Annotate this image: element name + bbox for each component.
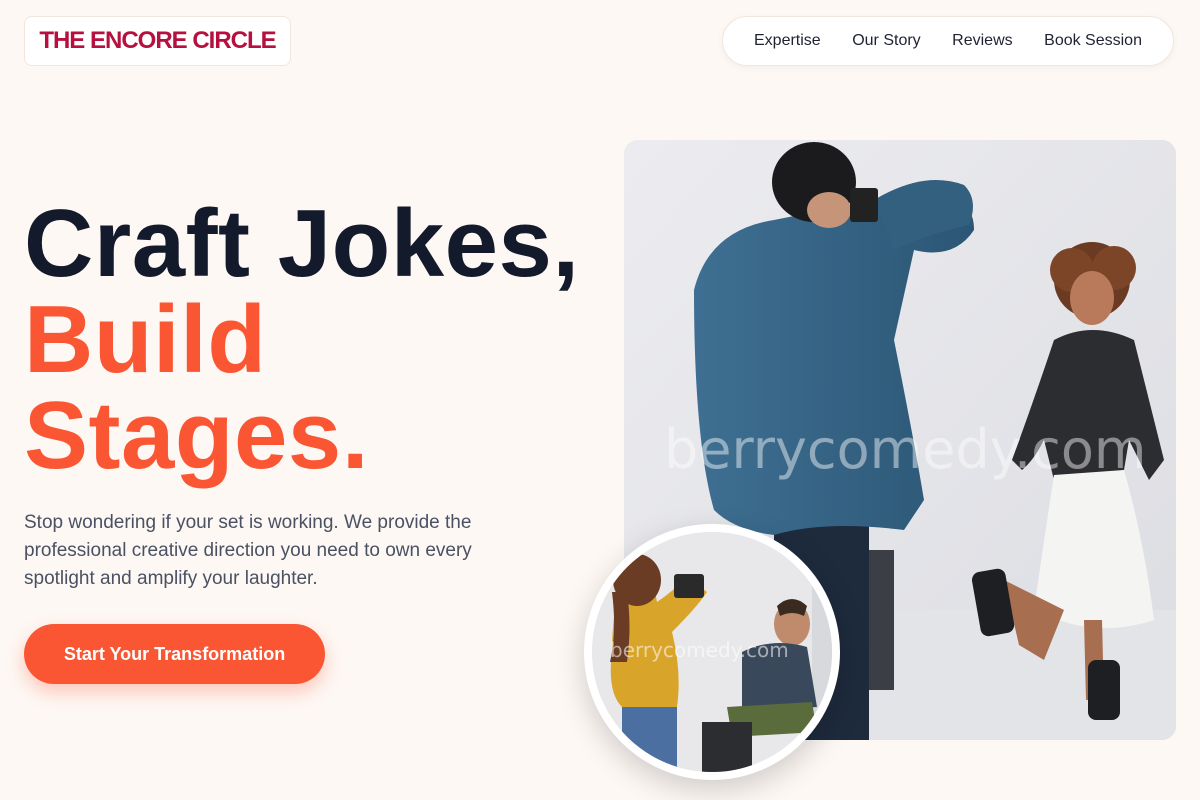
- hero-title: Craft Jokes, Build Stages.: [24, 196, 580, 484]
- main-nav: Expertise Our Story Reviews Book Session: [722, 16, 1174, 66]
- hero-title-line-2: Build: [24, 286, 267, 393]
- start-transformation-button[interactable]: Start Your Transformation: [24, 624, 325, 684]
- inset-photo-session: berrycomedy.com: [584, 524, 840, 780]
- hero-title-line-1: Craft Jokes,: [24, 190, 580, 297]
- logo-text: THE ENCORE CIRCLE: [39, 27, 276, 54]
- nav-link-our-story[interactable]: Our Story: [852, 32, 920, 50]
- hero-title-line-3: Stages.: [24, 382, 369, 489]
- page: THE ENCORE CIRCLE Expertise Our Story Re…: [0, 0, 1200, 800]
- nav-link-reviews[interactable]: Reviews: [952, 32, 1012, 50]
- hero-description: Stop wondering if your set is working. W…: [24, 512, 472, 589]
- nav-link-book-session[interactable]: Book Session: [1044, 32, 1142, 50]
- session-illustration: [592, 532, 832, 772]
- brand-logo[interactable]: THE ENCORE CIRCLE: [24, 16, 291, 66]
- nav-link-expertise[interactable]: Expertise: [754, 32, 821, 50]
